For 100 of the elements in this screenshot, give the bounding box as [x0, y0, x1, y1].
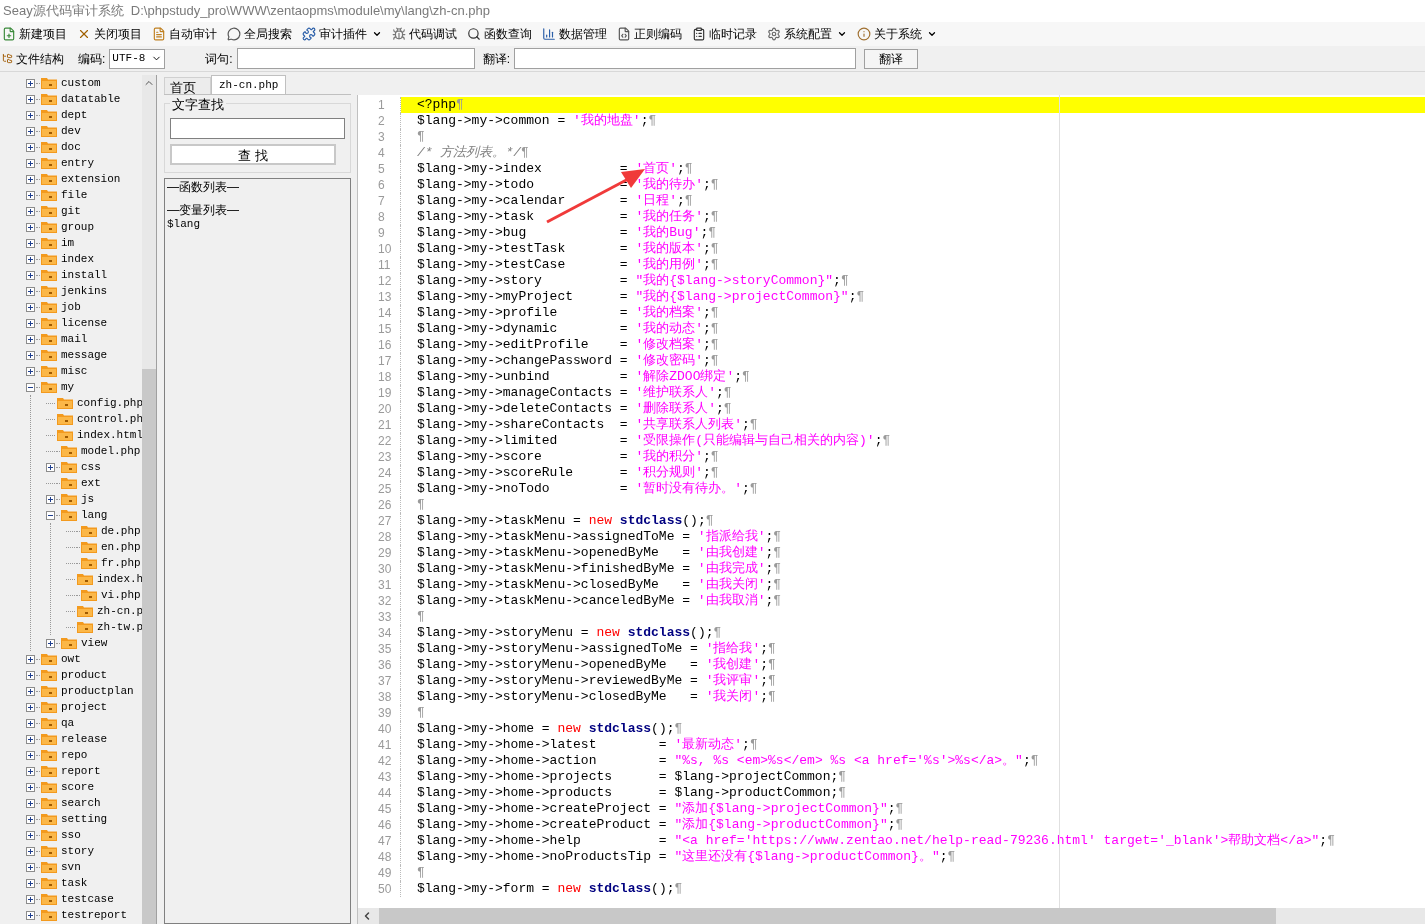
- tree-item[interactable]: datatable: [26, 91, 142, 107]
- encoding-select[interactable]: UTF-8: [109, 48, 166, 69]
- translate-button[interactable]: 翻译: [864, 48, 919, 69]
- tree-item[interactable]: entry: [26, 155, 142, 171]
- tree-item[interactable]: index.h: [66, 571, 142, 587]
- expand-icon[interactable]: [26, 366, 35, 376]
- tree-item[interactable]: sso: [26, 827, 142, 843]
- editor-tab[interactable]: 首页: [164, 77, 211, 94]
- tree-item[interactable]: ext: [46, 475, 142, 491]
- expand-icon[interactable]: [26, 910, 35, 920]
- expand-icon[interactable]: [26, 830, 35, 840]
- expand-icon[interactable]: [26, 654, 35, 664]
- tree-item[interactable]: owt: [26, 651, 142, 667]
- translation-field[interactable]: [514, 48, 857, 69]
- tree-item[interactable]: view: [46, 635, 142, 651]
- expand-icon[interactable]: [46, 462, 55, 472]
- editor-tab[interactable]: zh-cn.php: [211, 75, 287, 94]
- tree-item[interactable]: de.php: [66, 523, 142, 539]
- tree-item[interactable]: qa: [26, 715, 142, 731]
- tree-item[interactable]: setting: [26, 811, 142, 827]
- expand-icon[interactable]: [46, 494, 55, 504]
- tree-item[interactable]: project: [26, 699, 142, 715]
- toolbar-button[interactable]: 数据管理: [540, 24, 609, 44]
- expand-icon[interactable]: [26, 302, 35, 312]
- expand-icon[interactable]: [26, 814, 35, 824]
- toolbar-button[interactable]: 正则编码: [615, 24, 684, 44]
- tree-item[interactable]: git: [26, 203, 142, 219]
- expand-icon[interactable]: [26, 206, 35, 216]
- tree-item[interactable]: search: [26, 795, 142, 811]
- tree-item[interactable]: story: [26, 843, 142, 859]
- tree-item[interactable]: install: [26, 267, 142, 283]
- horizontal-scrollbar[interactable]: [358, 908, 1425, 924]
- expand-icon[interactable]: [26, 862, 35, 872]
- expand-icon[interactable]: [26, 894, 35, 904]
- tree-item[interactable]: index: [26, 251, 142, 267]
- tree-item[interactable]: fr.php: [66, 555, 142, 571]
- expand-icon[interactable]: [26, 878, 35, 888]
- tree-item[interactable]: dept: [26, 107, 142, 123]
- toolbar-button[interactable]: 函数查询: [465, 24, 534, 44]
- expand-icon[interactable]: [26, 670, 35, 680]
- tree-item[interactable]: css: [46, 459, 142, 475]
- collapse-icon[interactable]: [46, 510, 55, 520]
- tree-item[interactable]: doc: [26, 139, 142, 155]
- tree-item[interactable]: index.html: [46, 427, 142, 443]
- expand-icon[interactable]: [26, 238, 35, 248]
- expand-icon[interactable]: [26, 286, 35, 296]
- toolbar-button[interactable]: 代码调试: [390, 24, 459, 44]
- expand-icon[interactable]: [26, 110, 35, 120]
- expand-icon[interactable]: [26, 190, 35, 200]
- tree-item[interactable]: report: [26, 763, 142, 779]
- list-item[interactable]: $lang: [167, 218, 200, 230]
- expand-icon[interactable]: [26, 222, 35, 232]
- tree-item[interactable]: repo: [26, 747, 142, 763]
- tree-item[interactable]: config.php: [46, 395, 142, 411]
- expand-icon[interactable]: [26, 734, 35, 744]
- expand-icon[interactable]: [26, 254, 35, 264]
- find-field[interactable]: [170, 117, 345, 139]
- expand-icon[interactable]: [26, 782, 35, 792]
- expand-icon[interactable]: [26, 142, 35, 152]
- vertical-scrollbar[interactable]: [142, 75, 156, 924]
- expand-icon[interactable]: [26, 350, 35, 360]
- tree-item[interactable]: mail: [26, 331, 142, 347]
- tree-item[interactable]: file: [26, 187, 142, 203]
- tree-item[interactable]: product: [26, 667, 142, 683]
- tree-item[interactable]: misc: [26, 363, 142, 379]
- scrollbar-thumb[interactable]: [142, 369, 156, 924]
- tree-item[interactable]: jenkins: [26, 283, 142, 299]
- phrase-field[interactable]: [236, 48, 475, 69]
- tree-item[interactable]: en.php: [66, 539, 142, 555]
- expand-icon[interactable]: [26, 174, 35, 184]
- collapse-icon[interactable]: [26, 382, 35, 392]
- expand-icon[interactable]: [26, 766, 35, 776]
- tree-item[interactable]: job: [26, 299, 142, 315]
- tree-item[interactable]: productplan: [26, 683, 142, 699]
- expand-icon[interactable]: [26, 846, 35, 856]
- expand-icon[interactable]: [26, 750, 35, 760]
- code-editor[interactable]: [358, 95, 1425, 908]
- tree-item[interactable]: extension: [26, 171, 142, 187]
- expand-icon[interactable]: [26, 94, 35, 104]
- tree-item[interactable]: license: [26, 315, 142, 331]
- toolbar-button[interactable]: 系统配置: [765, 24, 849, 44]
- tree-item[interactable]: vi.php: [66, 587, 142, 603]
- toolbar-button[interactable]: 关闭项目: [75, 24, 144, 44]
- toolbar-button[interactable]: 新建项目: [0, 24, 69, 44]
- toolbar-button[interactable]: 自动审计: [150, 24, 219, 44]
- expand-icon[interactable]: [26, 686, 35, 696]
- tree-item[interactable]: zh-tw.p: [66, 619, 142, 635]
- toolbar-button[interactable]: 全局搜索: [225, 24, 294, 44]
- expand-icon[interactable]: [26, 78, 35, 88]
- tree-item[interactable]: testcase: [26, 891, 142, 907]
- tree-item[interactable]: zh-cn.p: [66, 603, 142, 619]
- tree-item[interactable]: task: [26, 875, 142, 891]
- toolbar-button[interactable]: 关于系统: [855, 24, 939, 44]
- toolbar-button[interactable]: 审计插件: [300, 24, 384, 44]
- tree-item[interactable]: testreport: [26, 907, 142, 923]
- tree-item[interactable]: release: [26, 731, 142, 747]
- expand-icon[interactable]: [26, 270, 35, 280]
- expand-icon[interactable]: [26, 798, 35, 808]
- tree-item[interactable]: custom: [26, 75, 142, 91]
- expand-icon[interactable]: [26, 318, 35, 328]
